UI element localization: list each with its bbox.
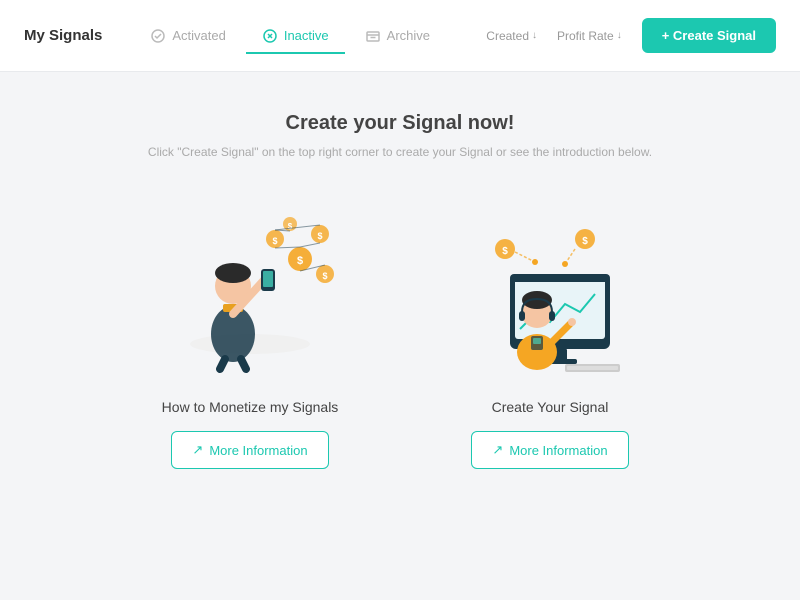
tab-activated[interactable]: Activated [134, 20, 241, 54]
external-link-icon-1: ↗ [192, 442, 203, 458]
header: My Signals Activated Inactive [0, 0, 800, 72]
sort-profit-rate[interactable]: Profit Rate ↓ [557, 29, 622, 43]
sort-created-label: Created [486, 29, 529, 43]
monetize-illustration: $ $ $ $ $ [150, 199, 350, 379]
tab-archive-label: Archive [387, 28, 430, 43]
svg-text:$: $ [297, 255, 303, 267]
svg-text:$: $ [317, 231, 322, 241]
svg-text:$: $ [502, 246, 508, 257]
monetize-card: $ $ $ $ $ [140, 199, 360, 469]
create-signal-card: $ $ [440, 199, 660, 469]
create-signal-more-info-button[interactable]: ↗ More Information [471, 431, 628, 469]
tab-archive[interactable]: Archive [349, 20, 446, 54]
main-title: Create your Signal now! [286, 112, 515, 135]
cards-row: $ $ $ $ $ [140, 199, 660, 469]
create-signal-more-info-label: More Information [509, 443, 607, 458]
sort-profit-label: Profit Rate [557, 29, 614, 43]
monetize-card-label: How to Monetize my Signals [162, 399, 339, 415]
external-link-icon-2: ↗ [492, 442, 503, 458]
tab-inactive[interactable]: Inactive [246, 20, 345, 54]
tab-activated-label: Activated [172, 28, 225, 43]
svg-text:$: $ [322, 271, 327, 281]
archive-icon [365, 28, 381, 44]
create-signal-card-label: Create Your Signal [492, 399, 609, 415]
main-content: Create your Signal now! Click "Create Si… [0, 72, 800, 509]
svg-text:$: $ [582, 236, 588, 247]
svg-text:$: $ [288, 222, 293, 231]
create-signal-illustration: $ $ [450, 199, 650, 379]
svg-text:$: $ [272, 236, 277, 246]
monetize-more-info-label: More Information [209, 443, 307, 458]
inactive-icon [262, 28, 278, 44]
tab-inactive-label: Inactive [284, 28, 329, 43]
main-subtitle: Click "Create Signal" on the top right c… [148, 145, 652, 159]
header-right: Created ↓ Profit Rate ↓ + Create Signal [486, 18, 776, 53]
sort-created[interactable]: Created ↓ [486, 29, 537, 43]
nav-tabs: Activated Inactive Archive [134, 19, 486, 53]
sort-profit-arrow: ↓ [617, 30, 622, 41]
page-title: My Signals [24, 27, 102, 44]
create-signal-button[interactable]: + Create Signal [642, 18, 776, 53]
activity-icon [150, 28, 166, 44]
sort-created-arrow: ↓ [532, 30, 537, 41]
monetize-more-info-button[interactable]: ↗ More Information [171, 431, 328, 469]
